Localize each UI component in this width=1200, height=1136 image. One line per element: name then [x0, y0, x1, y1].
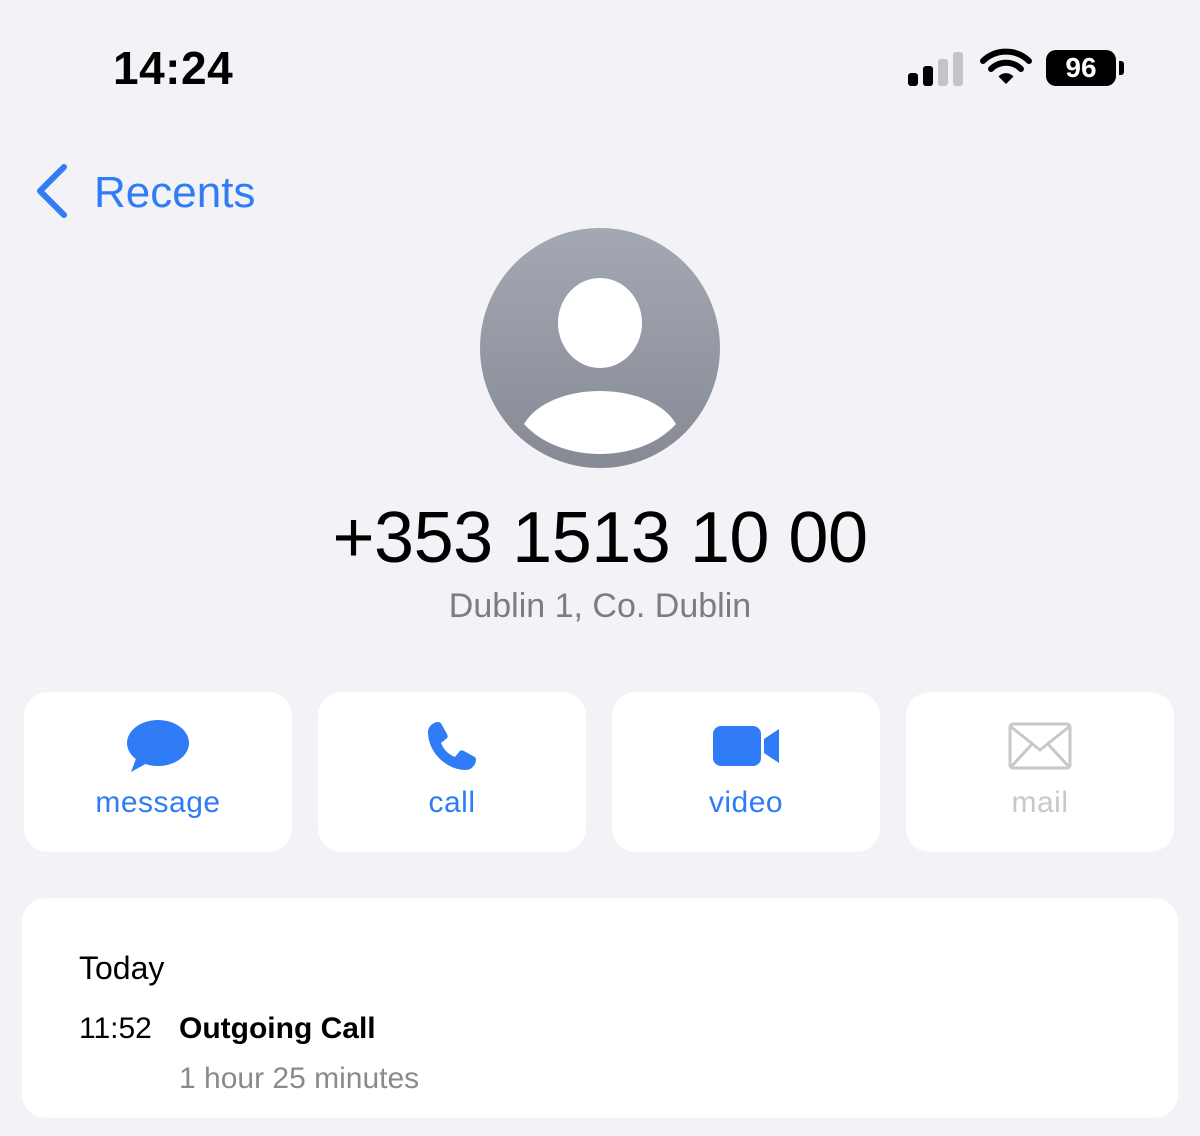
call-duration: 1 hour 25 minutes — [179, 1062, 420, 1095]
call-history-card: Today 11:52 Outgoing Call 1 hour 25 minu… — [22, 898, 1178, 1118]
message-bubble-icon — [24, 718, 292, 774]
message-button[interactable]: message — [24, 692, 292, 852]
envelope-icon — [906, 718, 1174, 774]
battery-indicator: 96 — [1046, 50, 1116, 86]
call-button[interactable]: call — [318, 692, 586, 852]
mail-button[interactable]: mail — [906, 692, 1174, 852]
video-label: video — [708, 786, 784, 819]
call-type: Outgoing Call — [179, 1012, 376, 1045]
phone-number: +353 1513 10 00 — [332, 498, 868, 578]
chevron-left-icon — [32, 161, 72, 226]
person-placeholder-icon — [480, 228, 720, 468]
mail-label: mail — [1011, 786, 1069, 819]
video-button[interactable]: video — [612, 692, 880, 852]
video-camera-icon — [612, 718, 880, 774]
number-location: Dublin 1, Co. Dublin — [448, 587, 752, 625]
history-day: Today — [79, 950, 165, 986]
wifi-icon — [980, 48, 1032, 86]
phone-icon — [318, 718, 586, 774]
battery-tip — [1119, 61, 1124, 75]
back-label: Recents — [94, 168, 256, 217]
back-button[interactable]: Recents — [32, 160, 255, 226]
status-time: 14:24 — [113, 42, 234, 94]
call-time: 11:52 — [79, 1012, 152, 1045]
message-label: message — [95, 786, 221, 819]
signal-bars-icon — [908, 50, 964, 86]
call-label: call — [428, 786, 476, 819]
